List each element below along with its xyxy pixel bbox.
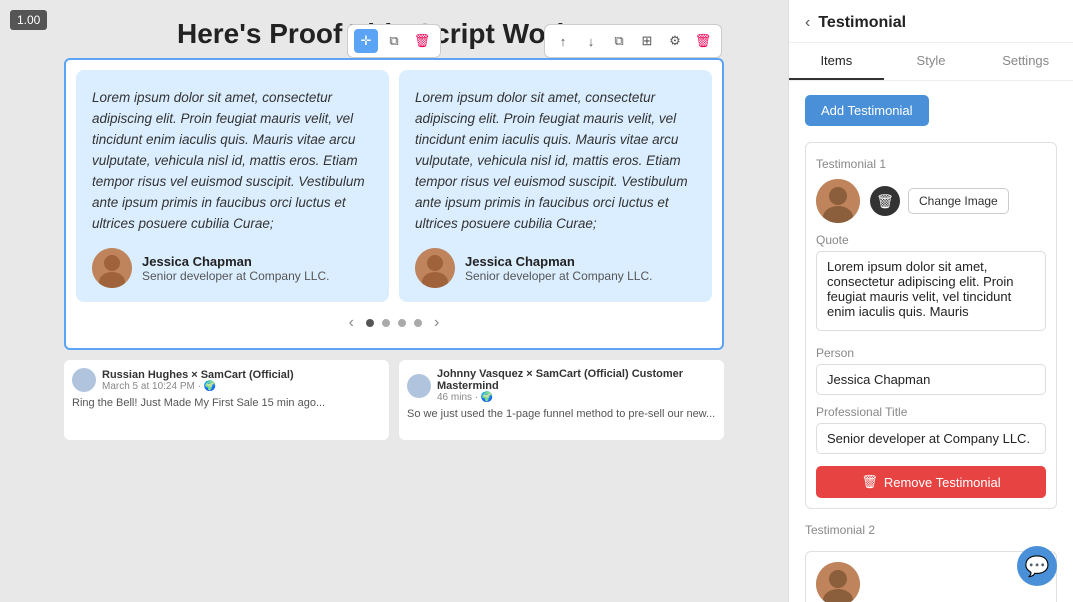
canvas-area: 1.00 Here's Proof This Script Works... ✛… <box>0 0 788 602</box>
bottom-card-time-2: 46 mins · 🌍 <box>437 392 716 403</box>
chat-bubble[interactable]: 💬 <box>1017 546 1057 586</box>
bottom-strip: Russian Hughes × SamCart (Official) Marc… <box>64 360 724 440</box>
bottom-card-name-1: Russian Hughes × SamCart (Official) <box>102 369 294 381</box>
remove-testimonial-button[interactable]: 🗑 Remove Testimonial <box>816 466 1046 498</box>
author-name-2: Jessica Chapman <box>465 254 652 269</box>
testimonial-2-label: Testimonial 2 <box>805 523 1057 537</box>
settings-button[interactable]: ⚙ <box>663 29 687 53</box>
quote-text-1: Lorem ipsum dolor sit amet, consectetur … <box>92 88 373 234</box>
carousel-prev[interactable]: ‹ <box>345 312 358 334</box>
avatar-actions: 🗑 Change Image <box>870 186 1009 216</box>
tab-items[interactable]: Items <box>789 43 884 80</box>
testimonial-1-header: 🗑 Change Image <box>816 179 1046 223</box>
testimonial-card-2: Lorem ipsum dolor sit amet, consectetur … <box>399 70 712 302</box>
person-label: Person <box>816 346 1046 360</box>
author-avatar-2 <box>415 248 455 288</box>
testimonials-grid: Lorem ipsum dolor sit amet, consectetur … <box>76 70 712 302</box>
person-input[interactable] <box>816 364 1046 395</box>
carousel-dot-2[interactable] <box>382 319 390 327</box>
bottom-card-time-1: March 5 at 10:24 PM · 🌍 <box>102 381 294 392</box>
panel-body: Add Testimonial Testimonial 1 🗑 Change I… <box>789 81 1073 602</box>
quote-label: Quote <box>816 233 1046 247</box>
delete-block-button[interactable]: 🗑 <box>410 29 434 53</box>
bottom-card-2: Johnny Vasquez × SamCart (Official) Cust… <box>399 360 724 440</box>
carousel-nav: ‹ › <box>76 312 712 334</box>
quote-input[interactable] <box>816 251 1046 331</box>
mini-avatar-2 <box>407 374 431 398</box>
testimonial-card-1: Lorem ipsum dolor sit amet, consectetur … <box>76 70 389 302</box>
quote-text-2: Lorem ipsum dolor sit amet, consectetur … <box>415 88 696 234</box>
testimonial-1-label: Testimonial 1 <box>816 157 1046 171</box>
tab-style[interactable]: Style <box>884 43 979 80</box>
carousel-dot-1[interactable] <box>366 319 374 327</box>
copy-block-button[interactable]: ⧉ <box>382 29 406 53</box>
change-image-button[interactable]: Change Image <box>908 188 1009 214</box>
author-1: Jessica Chapman Senior developer at Comp… <box>92 248 373 288</box>
carousel-dot-3[interactable] <box>398 319 406 327</box>
block-toolbar-right: ↑ ↓ ⧉ ⊞ ⚙ 🗑 <box>544 24 722 58</box>
bottom-card-name-2: Johnny Vasquez × SamCart (Official) Cust… <box>437 368 716 392</box>
delete-avatar-button[interactable]: 🗑 <box>870 186 900 216</box>
testimonial-2-avatar <box>816 562 860 602</box>
trash-button[interactable]: 🗑 <box>691 29 715 53</box>
author-title-1: Senior developer at Company LLC. <box>142 269 329 283</box>
move-up-button[interactable]: ↑ <box>551 29 575 53</box>
block-toolbar-left: ✛ ⧉ 🗑 <box>347 24 441 58</box>
tab-settings[interactable]: Settings <box>978 43 1073 80</box>
carousel-next[interactable]: › <box>430 312 443 334</box>
right-panel: ‹ Testimonial Items Style Settings Add T… <box>788 0 1073 602</box>
testimonial-item-1: Testimonial 1 🗑 Change Image Quote Perso… <box>805 142 1057 509</box>
author-title-2: Senior developer at Company LLC. <box>465 269 652 283</box>
duplicate-button[interactable]: ⧉ <box>607 29 631 53</box>
carousel-dot-4[interactable] <box>414 319 422 327</box>
author-2: Jessica Chapman Senior developer at Comp… <box>415 248 696 288</box>
author-avatar-1 <box>92 248 132 288</box>
testimonial-1-avatar <box>816 179 860 223</box>
remove-label: Remove Testimonial <box>884 475 1001 490</box>
panel-header: ‹ Testimonial <box>789 0 1073 43</box>
author-name-1: Jessica Chapman <box>142 254 329 269</box>
bottom-card-text-1: Ring the Bell! Just Made My First Sale 1… <box>72 396 381 411</box>
mini-avatar-1 <box>72 368 96 392</box>
columns-button[interactable]: ⊞ <box>635 29 659 53</box>
panel-tabs: Items Style Settings <box>789 43 1073 81</box>
bottom-card-1: Russian Hughes × SamCart (Official) Marc… <box>64 360 389 440</box>
back-button[interactable]: ‹ <box>805 14 810 32</box>
panel-title: Testimonial <box>818 14 906 32</box>
move-button[interactable]: ✛ <box>354 29 378 53</box>
move-down-button[interactable]: ↓ <box>579 29 603 53</box>
version-badge: 1.00 <box>10 10 47 30</box>
title-input[interactable] <box>816 423 1046 454</box>
add-testimonial-button[interactable]: Add Testimonial <box>805 95 929 126</box>
bottom-card-text-2: So we just used the 1-page funnel method… <box>407 407 716 422</box>
remove-icon: 🗑 <box>861 474 878 490</box>
professional-title-label: Professional Title <box>816 405 1046 419</box>
content-block: ✛ ⧉ 🗑 ↑ ↓ ⧉ ⊞ ⚙ 🗑 Lorem ipsum dolor sit … <box>64 58 724 350</box>
